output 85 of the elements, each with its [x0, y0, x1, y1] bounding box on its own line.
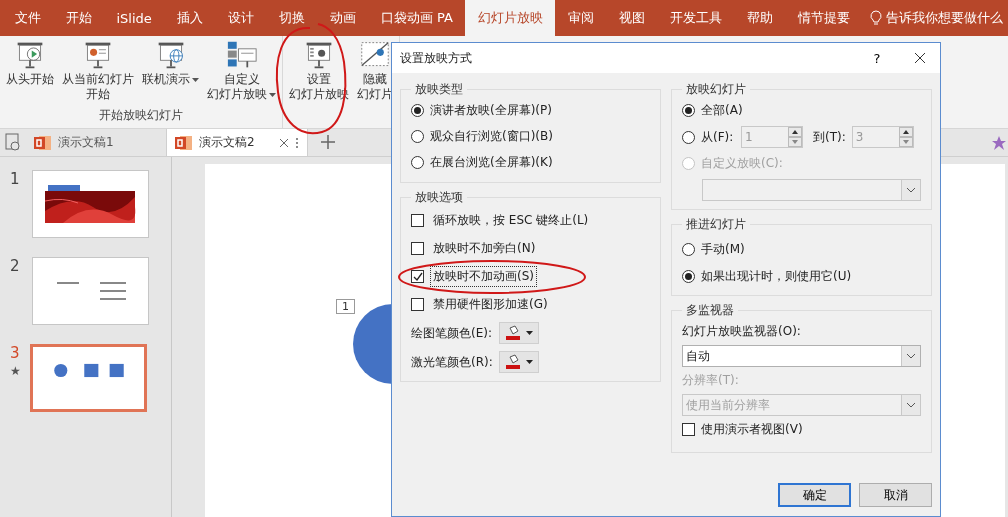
field-label: 到(T): — [813, 128, 846, 146]
menu-tab[interactable]: 开始 — [53, 0, 104, 36]
radio-button[interactable] — [682, 243, 695, 256]
menu-tab[interactable]: 审阅 — [555, 0, 607, 36]
radio-label[interactable]: 全部(A) — [701, 102, 743, 119]
chevron-down-icon — [906, 402, 916, 408]
radio-label[interactable]: 在展台浏览(全屏幕)(K) — [430, 154, 553, 171]
help-button[interactable]: ? — [862, 49, 892, 67]
radio-button[interactable] — [682, 104, 695, 117]
lightbulb-icon — [870, 10, 883, 26]
slide-thumbnail[interactable] — [32, 257, 149, 325]
radio-label[interactable]: 手动(M) — [701, 241, 745, 258]
spin-up-icon[interactable] — [898, 127, 913, 137]
radio-button[interactable] — [411, 104, 424, 117]
checkbox-label[interactable]: 使用演示者视图(V) — [701, 421, 803, 438]
checkbox[interactable] — [411, 214, 424, 227]
document-tab[interactable]: 演示文稿1 — [26, 129, 167, 156]
radio-label[interactable]: 演讲者放映(全屏幕)(P) — [430, 102, 552, 119]
star-icon[interactable] — [992, 136, 1006, 150]
checkbox[interactable] — [411, 298, 424, 311]
powerpoint-icon — [175, 134, 193, 151]
radio-label[interactable]: 从(F): — [701, 128, 735, 146]
field-label: 绘图笔颜色(E): — [411, 324, 489, 342]
radio-label[interactable]: 观众自行浏览(窗口)(B) — [430, 128, 553, 145]
caret-icon — [526, 360, 533, 364]
dialog-button[interactable]: 确定 — [778, 483, 851, 507]
menu-tab[interactable]: 视图 — [606, 0, 658, 36]
animation-mark: ★ — [10, 363, 22, 380]
slide-number: 3 — [10, 344, 21, 362]
spin-up-icon[interactable] — [788, 127, 802, 137]
menu-tab[interactable]: 动画 — [317, 0, 369, 36]
field-label: 分辨率(T): — [682, 372, 740, 389]
group-title: 放映类型 — [414, 81, 464, 98]
monitor-dropdown[interactable]: 自动 — [682, 345, 921, 367]
close-icon — [914, 52, 926, 64]
slide-number-placeholder[interactable]: 1 — [336, 299, 355, 314]
ribbon-button[interactable]: 联机演示 — [140, 36, 201, 107]
menu-tab[interactable]: 文件 — [2, 0, 53, 36]
radio-button[interactable] — [411, 130, 424, 143]
close-icon[interactable] — [279, 137, 289, 148]
group-title: 放映幻灯片 — [685, 81, 747, 98]
checkbox[interactable] — [682, 423, 695, 436]
chevron-down-icon — [906, 187, 916, 193]
field-label: 幻灯片放映监视器(O): — [682, 323, 802, 340]
ribbon-button[interactable]: 隐藏 幻灯片 — [355, 36, 395, 128]
menu-tab[interactable]: iSlide — [104, 0, 165, 36]
checkbox-label[interactable]: 放映时不加动画(S) — [430, 266, 537, 287]
radio-button[interactable] — [682, 270, 695, 283]
slide-number: 2 — [10, 257, 21, 275]
more-icon[interactable] — [295, 136, 299, 149]
checkbox[interactable] — [411, 242, 424, 255]
checkbox-label[interactable]: 禁用硬件图形加速(G) — [430, 294, 551, 315]
group-title: 推进幻灯片 — [685, 216, 747, 233]
group-title: 放映选项 — [414, 189, 464, 206]
tell-me-search[interactable]: 告诉我你想要做什么 — [886, 9, 1004, 27]
group-title: 多监视器 — [685, 302, 735, 319]
ribbon-button[interactable]: 自定义 幻灯片放映 — [205, 36, 278, 107]
group-label: 开始放映幻灯片 — [98, 107, 184, 124]
color-picker[interactable] — [499, 322, 539, 344]
ribbon-button[interactable]: 从当前幻灯片 开始 — [60, 36, 136, 107]
radio-button[interactable] — [682, 130, 695, 144]
menu-tab[interactable]: 设计 — [215, 0, 267, 36]
slide-thumbnail[interactable] — [30, 344, 147, 412]
menu-tab[interactable]: 切换 — [266, 0, 318, 36]
dialog-button[interactable]: 取消 — [859, 483, 932, 507]
checkbox-label[interactable]: 循环放映，按 ESC 键终止(L) — [430, 210, 592, 231]
chevron-down-icon — [906, 353, 916, 359]
caret-icon — [526, 331, 533, 335]
menu-tab[interactable]: 幻灯片放映 — [465, 0, 556, 36]
checkbox[interactable] — [411, 270, 424, 283]
color-picker[interactable] — [499, 351, 539, 373]
menu-tab[interactable]: 帮助 — [734, 0, 786, 36]
slide-thumbnail[interactable] — [32, 170, 149, 238]
menu-tab[interactable]: 开发工具 — [657, 0, 735, 36]
slide-number: 1 — [10, 170, 21, 188]
checkbox-label[interactable]: 放映时不加旁白(N) — [430, 238, 539, 259]
powerpoint-icon — [34, 134, 52, 151]
menu-tab[interactable]: 情节提要 — [785, 0, 863, 36]
dialog-title: 设置放映方式 — [400, 49, 473, 67]
document-tab[interactable]: 演示文稿2 — [167, 129, 308, 156]
radio-label[interactable]: 如果出现计时，则使用它(U) — [701, 268, 852, 285]
menu-tab[interactable]: 插入 — [164, 0, 216, 36]
ribbon-button[interactable]: 从头开始 — [4, 36, 56, 107]
menu-tab[interactable]: 口袋动画 PA — [368, 0, 466, 36]
radio-button[interactable] — [411, 156, 424, 169]
